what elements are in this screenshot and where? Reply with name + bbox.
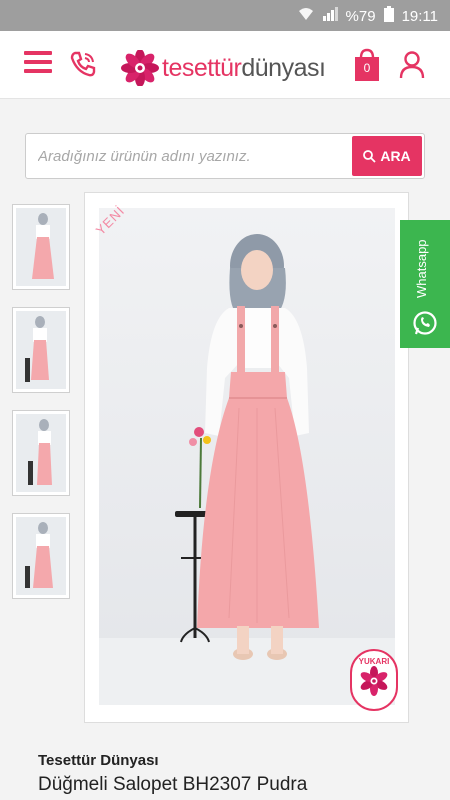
thumbnail-3[interactable] xyxy=(12,410,70,496)
product-photo xyxy=(99,234,395,705)
hamburger-menu-icon[interactable] xyxy=(24,51,52,75)
wifi-icon xyxy=(298,7,314,25)
signal-icon xyxy=(322,7,338,25)
site-header: tesettürdünyası 0 xyxy=(0,31,450,99)
thumbnail-1[interactable] xyxy=(12,204,70,290)
search-input[interactable] xyxy=(38,134,350,178)
battery-icon xyxy=(383,6,394,26)
scroll-top-label: YUKARI xyxy=(358,657,390,666)
main-product-image[interactable]: YENİ xyxy=(84,192,409,723)
thumbnail-list xyxy=(12,204,70,616)
whatsapp-label: Whatsapp xyxy=(414,239,429,298)
scroll-top-button[interactable]: YUKARI xyxy=(350,649,398,711)
product-title: Düğmeli Salopet BH2307 Pudra xyxy=(38,774,308,795)
logo-text-pink: tesettür xyxy=(162,53,242,82)
search-button-label: ARA xyxy=(380,148,411,164)
thumbnail-4[interactable] xyxy=(12,513,70,599)
clock: 19:11 xyxy=(401,7,438,25)
flower-icon xyxy=(360,666,388,696)
shopping-bag-icon[interactable]: 0 xyxy=(354,48,380,82)
search-icon xyxy=(363,149,376,163)
whatsapp-icon xyxy=(413,311,437,335)
search-bar: ARA xyxy=(25,133,425,179)
cart-count: 0 xyxy=(363,61,371,75)
site-logo[interactable]: tesettürdünyası xyxy=(120,50,326,86)
logo-flower-icon xyxy=(121,50,159,86)
product-brand[interactable]: Tesettür Dünyası xyxy=(38,752,159,769)
phone-icon[interactable] xyxy=(68,49,98,79)
logo-text-gray: dünyası xyxy=(241,53,326,82)
thumbnail-2[interactable] xyxy=(12,307,70,393)
whatsapp-button[interactable]: Whatsapp xyxy=(400,220,450,348)
search-button[interactable]: ARA xyxy=(352,136,422,176)
user-icon[interactable] xyxy=(399,51,425,79)
status-bar: %79 19:11 xyxy=(0,0,450,31)
battery-percent: %79 xyxy=(345,7,376,25)
